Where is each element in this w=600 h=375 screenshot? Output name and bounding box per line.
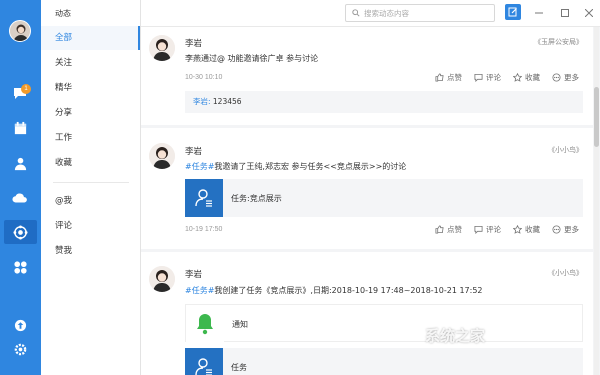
post-text: #任务#我创建了任务《竞点展示》,日期:2018-10-19 17:48~201… (185, 285, 483, 296)
post-source[interactable]: 《玉屏公安局》 (534, 37, 583, 47)
user-avatar[interactable] (9, 20, 31, 42)
star-icon (513, 73, 522, 82)
nav-divider (53, 182, 129, 183)
search-placeholder: 搜索动态内容 (364, 8, 409, 18)
notice-card[interactable]: 通知 (185, 304, 583, 343)
comment-text: 123456 (210, 97, 242, 106)
author-name[interactable]: 李岩 (185, 145, 202, 157)
task-card-label: 任务:竞点展示 (231, 194, 282, 203)
feed-post: 李岩 《玉屏公安局》 李燕通过@ 功能邀请徐广卓 参与讨论 10-30 10:1… (141, 27, 593, 125)
settings-icon[interactable] (11, 340, 29, 358)
nav-item-featured[interactable]: 精华 (41, 76, 140, 100)
task-icon (185, 348, 223, 375)
comment-button[interactable]: 评论 (474, 72, 501, 83)
comment-icon (474, 73, 483, 82)
more-button[interactable]: 更多 (552, 72, 579, 83)
compose-button[interactable] (505, 4, 521, 20)
comment-author[interactable]: 李岩: (193, 97, 211, 106)
comment-button[interactable]: 评论 (474, 224, 501, 235)
task-icon (185, 179, 223, 217)
author-name[interactable]: 李岩 (185, 268, 202, 280)
author-avatar[interactable] (149, 143, 175, 169)
post-body: 我创建了任务《竞点展示》,日期:2018-10-19 17:48~2018-10… (214, 286, 483, 295)
author-name[interactable]: 李岩 (185, 37, 202, 49)
scrollbar-thumb[interactable] (594, 87, 599, 147)
apps-icon[interactable] (11, 258, 29, 276)
top-bar: 搜索动态内容 (141, 0, 600, 27)
task-card[interactable]: 任务 (185, 348, 583, 375)
notification-badge: 1 (21, 84, 31, 94)
comment-preview: 李岩: 123456 (185, 91, 583, 113)
close-icon[interactable] (583, 7, 595, 19)
post-source[interactable]: 《小小鸟》 (548, 145, 583, 155)
nav-item-favorites[interactable]: 收藏 (41, 151, 140, 175)
more-button[interactable]: 更多 (552, 224, 579, 235)
edit-icon (508, 7, 517, 17)
nav-item-following[interactable]: 关注 (41, 51, 140, 75)
watermark-logo: 系统之家 (425, 327, 486, 345)
nav-item-all[interactable]: 全部 (41, 26, 140, 50)
post-time: 10-19 17:50 (185, 226, 223, 233)
nav-item-likes[interactable]: 赞我 (41, 239, 140, 263)
post-text: #任务#我邀请了王纯,郑志宏 参与任务<<竞点展示>>的讨论 (185, 161, 406, 172)
thumbs-up-icon (435, 73, 444, 82)
post-source[interactable]: 《小小鸟》 (548, 268, 583, 278)
feed-nav: 动态 全部 关注 精华 分享 工作 收藏 @我 评论 赞我 (41, 0, 141, 375)
post-text: 李燕通过@ 功能邀请徐广卓 参与讨论 (185, 54, 319, 63)
task-card-label: 任务 (231, 363, 247, 372)
more-icon (552, 73, 561, 82)
upload-icon[interactable] (11, 316, 29, 334)
contacts-icon[interactable] (11, 154, 29, 172)
minimize-icon[interactable] (533, 7, 545, 19)
star-icon (513, 225, 522, 234)
favorite-button[interactable]: 收藏 (513, 224, 540, 235)
nav-item-mentions[interactable]: @我 (41, 189, 140, 213)
workspace-icon[interactable] (4, 220, 37, 244)
feed-post: 李岩 《小小鸟》 #任务#我创建了任务《竞点展示》,日期:2018-10-19 … (141, 252, 593, 375)
thumbs-up-icon (435, 225, 444, 234)
calendar-icon[interactable] (11, 119, 29, 137)
comment-icon (474, 225, 483, 234)
left-rail: 1 (0, 0, 41, 375)
nav-title: 动态 (55, 9, 71, 18)
search-input[interactable]: 搜索动态内容 (345, 4, 495, 22)
bell-icon (186, 305, 224, 343)
search-icon (352, 9, 360, 17)
post-topic[interactable]: #任务# (185, 162, 214, 171)
like-button[interactable]: 点赞 (435, 72, 462, 83)
nav-item-share[interactable]: 分享 (41, 101, 140, 125)
post-time: 10-30 10:10 (185, 74, 223, 81)
feed-scrollbar[interactable] (594, 27, 599, 375)
notice-label: 通知 (232, 320, 248, 329)
favorite-button[interactable]: 收藏 (513, 72, 540, 83)
feed-post: 李岩 《小小鸟》 #任务#我邀请了王纯,郑志宏 参与任务<<竞点展示>>的讨论 … (141, 128, 593, 249)
post-actions: 点赞 评论 收藏 更多 (435, 72, 579, 83)
post-actions: 点赞 评论 收藏 更多 (435, 224, 579, 235)
maximize-icon[interactable] (559, 7, 571, 19)
author-avatar[interactable] (149, 266, 175, 292)
nav-item-comments[interactable]: 评论 (41, 214, 140, 238)
post-body: 我邀请了王纯,郑志宏 参与任务<<竞点展示>>的讨论 (214, 162, 407, 171)
feed-list: 李岩 《玉屏公安局》 李燕通过@ 功能邀请徐广卓 参与讨论 10-30 10:1… (141, 27, 600, 375)
cloud-icon[interactable] (11, 189, 29, 207)
like-button[interactable]: 点赞 (435, 224, 462, 235)
post-topic[interactable]: #任务# (185, 286, 214, 295)
more-icon (552, 225, 561, 234)
task-card[interactable]: 任务:竞点展示 (185, 179, 583, 217)
author-avatar[interactable] (149, 35, 175, 61)
nav-item-work[interactable]: 工作 (41, 126, 140, 150)
